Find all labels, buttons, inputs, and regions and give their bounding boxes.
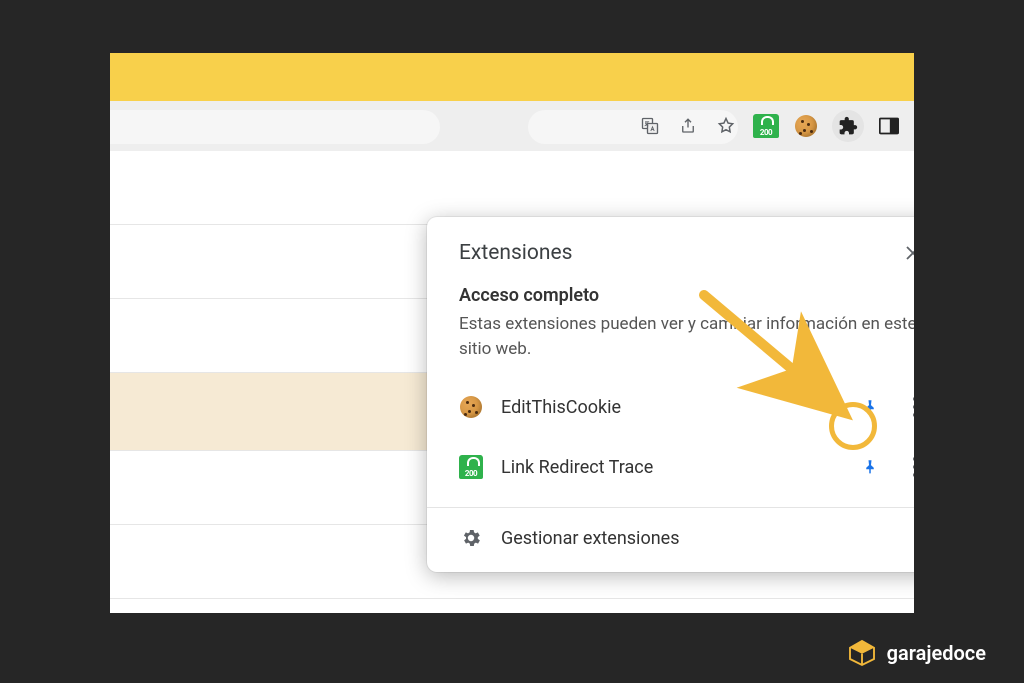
address-bar-actions-bg: [528, 110, 738, 144]
table-row: [110, 151, 914, 225]
more-icon[interactable]: [903, 392, 914, 422]
extension-row[interactable]: 200 Link Redirect Trace: [427, 437, 914, 497]
extension-name: Link Redirect Trace: [501, 457, 837, 478]
cookie-ext-icon[interactable]: [794, 114, 818, 138]
linkredirect-badge-text: 200: [760, 128, 772, 137]
linkredirect-badge-text: 200: [465, 469, 477, 478]
screenshot-frame: 200 Extensiones: [110, 53, 914, 613]
popup-title: Extensiones: [459, 241, 572, 265]
pin-button[interactable]: [855, 392, 885, 422]
page-header-band: [110, 53, 914, 101]
watermark-text: garajedoce: [887, 641, 986, 665]
star-icon[interactable]: [714, 114, 738, 138]
translate-icon[interactable]: [638, 114, 662, 138]
address-bar-left: [110, 110, 440, 144]
section-title: Acceso completo: [427, 285, 914, 312]
extensions-puzzle-icon[interactable]: [832, 110, 864, 142]
browser-toolbar: 200: [110, 101, 914, 151]
manage-extensions-label: Gestionar extensiones: [501, 528, 679, 549]
more-icon[interactable]: [903, 452, 914, 482]
cookie-icon: [459, 395, 483, 419]
reader-mode-icon[interactable]: [878, 114, 900, 138]
share-icon[interactable]: [676, 114, 700, 138]
popup-header: Extensiones: [427, 239, 914, 285]
linkredirect-ext-icon[interactable]: 200: [752, 114, 780, 138]
watermark-logo-icon: [847, 639, 877, 667]
extensions-popup: Extensiones Acceso completo Estas extens…: [427, 217, 914, 572]
extension-row[interactable]: EditThisCookie: [427, 377, 914, 437]
watermark: garajedoce: [847, 639, 986, 667]
gear-icon: [459, 526, 483, 550]
linkredirect-icon: 200: [459, 455, 483, 479]
extension-name: EditThisCookie: [501, 397, 837, 418]
section-description: Estas extensiones pueden ver y cambiar i…: [427, 312, 914, 377]
pin-button[interactable]: [855, 452, 885, 482]
manage-extensions-button[interactable]: Gestionar extensiones: [427, 508, 914, 572]
close-icon[interactable]: [899, 239, 914, 267]
